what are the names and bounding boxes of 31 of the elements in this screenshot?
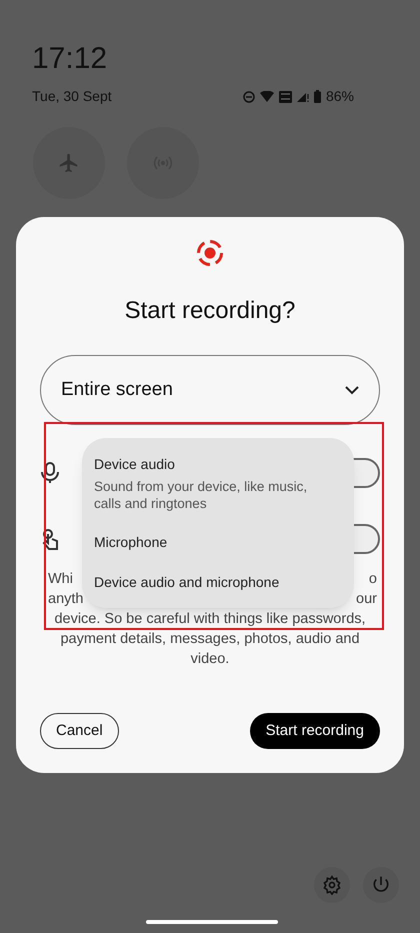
menu-item[interactable]: Device audio Sound from your device, like music, calls and ringtones bbox=[82, 444, 354, 522]
dialog-title: Start recording? bbox=[124, 296, 296, 326]
chevron-down-icon bbox=[345, 386, 359, 394]
volte-icon bbox=[278, 90, 292, 102]
notice-text: device. So be careful with things like passwords, bbox=[53, 610, 367, 629]
airplane-icon bbox=[58, 152, 80, 174]
wifi-icon bbox=[260, 91, 274, 102]
do-not-disturb-icon bbox=[242, 90, 255, 102]
cancel-button[interactable]: Cancel bbox=[40, 713, 119, 749]
notice-text: anyth bbox=[48, 590, 84, 609]
power-button[interactable] bbox=[363, 867, 399, 903]
notice-text: payment details, messages, photos, audio and bbox=[59, 630, 361, 649]
notice-text: our bbox=[356, 590, 377, 609]
source-dropdown[interactable]: Entire screen bbox=[40, 355, 380, 425]
start-recording-button[interactable]: Start recording bbox=[250, 713, 380, 749]
settings-button[interactable] bbox=[314, 867, 350, 903]
menu-item[interactable]: Microphone bbox=[82, 522, 354, 562]
notice-text: Whi bbox=[48, 570, 73, 589]
clock: 17:12 bbox=[32, 44, 108, 74]
touch-icon bbox=[40, 528, 60, 550]
date: Tue, 30 Sept bbox=[32, 87, 112, 106]
record-icon bbox=[196, 239, 224, 267]
battery-percentage: 86% bbox=[326, 87, 354, 106]
notice-text: video. bbox=[190, 650, 230, 669]
power-icon bbox=[371, 875, 391, 895]
battery-icon bbox=[314, 90, 321, 103]
signal-icon bbox=[296, 91, 309, 102]
microphone-icon bbox=[40, 462, 60, 484]
notice-text: o bbox=[368, 570, 377, 589]
menu-item[interactable]: Device audio and microphone bbox=[82, 562, 354, 602]
settings-icon bbox=[322, 875, 342, 895]
